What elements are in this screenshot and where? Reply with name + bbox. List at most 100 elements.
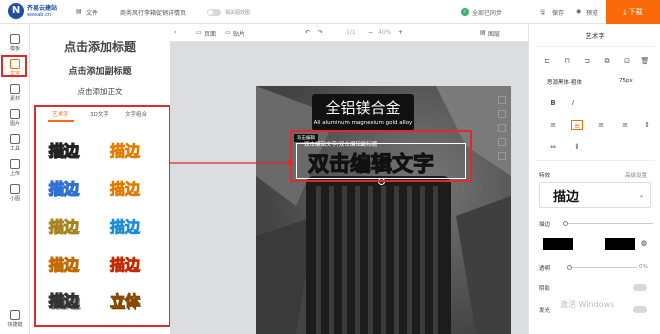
style-yellow-stroke[interactable]: 描边 xyxy=(48,254,79,275)
font-size-select[interactable]: 75px xyxy=(619,78,633,84)
fill-color-swatch[interactable] xyxy=(605,238,635,250)
undo-icon[interactable]: ↶ xyxy=(305,29,310,36)
shadow-toggle[interactable] xyxy=(633,284,647,291)
material-icon xyxy=(10,84,20,94)
text-justify-icon[interactable]: ≡ xyxy=(619,120,631,130)
effects-label: 特效 xyxy=(539,173,551,179)
poster-subtitle[interactable]: All aluminum magnesium gold alloy xyxy=(306,120,420,126)
highlight-text-box xyxy=(290,130,472,182)
rail-label: 图片 xyxy=(9,121,20,127)
canvas-side-tools xyxy=(496,86,510,166)
zoom-out-icon[interactable]: − xyxy=(368,29,373,36)
font-family-select[interactable]: 思源黑体-粗体 xyxy=(547,78,582,86)
vertical-text-icon[interactable]: ⫴ xyxy=(571,142,583,152)
top-bar: N 齐易云建站 weeab.cn ▤ 文件 商务风行李箱促销详情页 相关图效图 … xyxy=(0,0,660,24)
text-align-right-icon[interactable]: ≡ xyxy=(595,120,607,130)
align-right-icon[interactable]: ⊐ xyxy=(581,56,593,66)
stroke-color-swatch[interactable] xyxy=(543,238,573,250)
rail-label: 工具 xyxy=(9,146,20,152)
tools-icon xyxy=(10,134,20,144)
style-3d[interactable]: 立体 xyxy=(109,290,140,311)
add-subtitle-button[interactable]: 点击添加副标题 xyxy=(30,64,170,77)
panel-heading: 艺术字 xyxy=(585,32,605,40)
rail-item-tools[interactable]: 工具 xyxy=(3,132,27,156)
stroke-slider[interactable] xyxy=(565,223,653,224)
rail-label: 模板 xyxy=(9,46,20,52)
rail-item-shortcuts[interactable]: 快捷键 xyxy=(3,308,27,332)
poster-canvas[interactable]: 全铝镁合金 All aluminum magnesium gold alloy … xyxy=(256,86,511,334)
redo-icon[interactable]: ↷ xyxy=(318,29,323,36)
text-align-left-icon[interactable]: ≡ xyxy=(547,120,559,130)
rail-item-upload[interactable]: 上传 xyxy=(3,157,27,181)
preview-icon[interactable]: ◉ xyxy=(576,8,581,15)
zoom-level[interactable]: 40% xyxy=(378,29,391,36)
delete-icon[interactable]: 🗑 xyxy=(639,56,651,66)
save-icon[interactable]: 🖫 xyxy=(540,8,545,18)
letter-spacing-icon[interactable]: ⇔ xyxy=(547,142,559,152)
rail-item-template[interactable]: 模板 xyxy=(3,32,27,56)
bold-icon[interactable]: B xyxy=(547,98,559,108)
tool-icon[interactable] xyxy=(498,152,506,160)
layers-icon[interactable]: ▤ xyxy=(480,29,486,36)
rail-item-material[interactable]: 素材 xyxy=(3,82,27,106)
document-title[interactable]: 商务风行李箱促销详情页 xyxy=(120,8,186,17)
transparency-value: 0% xyxy=(639,264,648,270)
style-gold-stroke[interactable]: 描边 xyxy=(110,178,141,199)
style-bronze-stroke[interactable]: 描边 xyxy=(48,216,79,237)
copy-icon[interactable]: ⧉ xyxy=(601,56,613,66)
tool-icon[interactable] xyxy=(498,124,506,132)
rail-label: 素材 xyxy=(9,96,20,102)
image-icon xyxy=(10,109,20,119)
tool-icon[interactable] xyxy=(498,110,506,118)
advanced-settings-link[interactable]: 高级设置 xyxy=(625,171,647,179)
style-shadow-stroke[interactable]: 描边 xyxy=(48,290,80,311)
page-button[interactable]: 页面 xyxy=(204,29,216,38)
download-button[interactable]: ⤓ 下载 xyxy=(606,0,660,24)
lock-icon[interactable]: ⊡ xyxy=(621,56,633,66)
transparency-slider[interactable] xyxy=(569,267,637,268)
text-align-center-icon[interactable]: ≡ xyxy=(571,120,583,130)
italic-icon[interactable]: I xyxy=(567,98,579,108)
style-orange-stroke[interactable]: 描边 xyxy=(110,140,141,161)
style-red-stroke[interactable]: 描边 xyxy=(109,254,140,275)
file-icon[interactable]: ▤ xyxy=(76,8,82,15)
shadow-label: 阴影 xyxy=(539,286,551,292)
line-spacing-icon[interactable]: ⇕ xyxy=(641,120,653,130)
glow-toggle[interactable] xyxy=(633,306,647,313)
rail-label: 上传 xyxy=(9,171,20,177)
brand-name: 齐易云建站 xyxy=(27,5,58,12)
zoom-in-icon[interactable]: + xyxy=(398,29,403,36)
collapse-icon[interactable]: ‹ xyxy=(174,29,176,36)
rail-label: 快捷键 xyxy=(7,322,23,328)
style-black-stroke[interactable]: 描边 xyxy=(48,140,80,161)
rail-item-small[interactable]: 小图 xyxy=(3,182,27,206)
poster-title[interactable]: 全铝镁合金 xyxy=(312,97,414,118)
transparency-label: 透明 xyxy=(539,266,551,272)
style-cyan-stroke[interactable]: 描边 xyxy=(110,216,141,237)
preview-button[interactable]: 预览 xyxy=(586,8,598,17)
palette-icon[interactable]: ◍ xyxy=(641,239,647,247)
page-icon[interactable]: ▭ xyxy=(196,29,202,36)
tool-icon[interactable] xyxy=(498,96,506,104)
align-left-icon[interactable]: ⊏ xyxy=(541,56,553,66)
tool-icon[interactable] xyxy=(498,138,506,146)
chevron-down-icon[interactable]: ⌄ xyxy=(639,192,644,199)
file-menu[interactable]: 文件 xyxy=(86,8,98,17)
glow-label: 发光 xyxy=(539,308,551,314)
style-blue-stroke[interactable]: 描边 xyxy=(48,178,80,199)
transparency-slider-handle[interactable] xyxy=(567,265,572,270)
toggle-switch[interactable] xyxy=(207,9,221,16)
paste-button[interactable]: 贴片 xyxy=(233,29,245,38)
canvas-toolbar: ‹ ▭ 页面 ▭ 贴片 ↶ ↷ 1/1 − 40% + ▤ 图层 xyxy=(170,24,528,42)
layers-button[interactable]: 图层 xyxy=(488,29,500,38)
save-button[interactable]: 保存 xyxy=(552,8,564,17)
stroke-label: 描边 xyxy=(539,222,551,228)
add-title-button[interactable]: 点击添加标题 xyxy=(30,38,170,55)
rail-item-image[interactable]: 图片 xyxy=(3,107,27,131)
add-body-button[interactable]: 点击添加正文 xyxy=(30,86,170,97)
divider xyxy=(535,46,655,47)
paste-icon[interactable]: ▭ xyxy=(225,29,231,36)
effect-preview-text: 描边 xyxy=(553,190,580,205)
stroke-slider-handle[interactable] xyxy=(563,221,568,226)
align-center-icon[interactable]: ⊓ xyxy=(561,56,573,66)
